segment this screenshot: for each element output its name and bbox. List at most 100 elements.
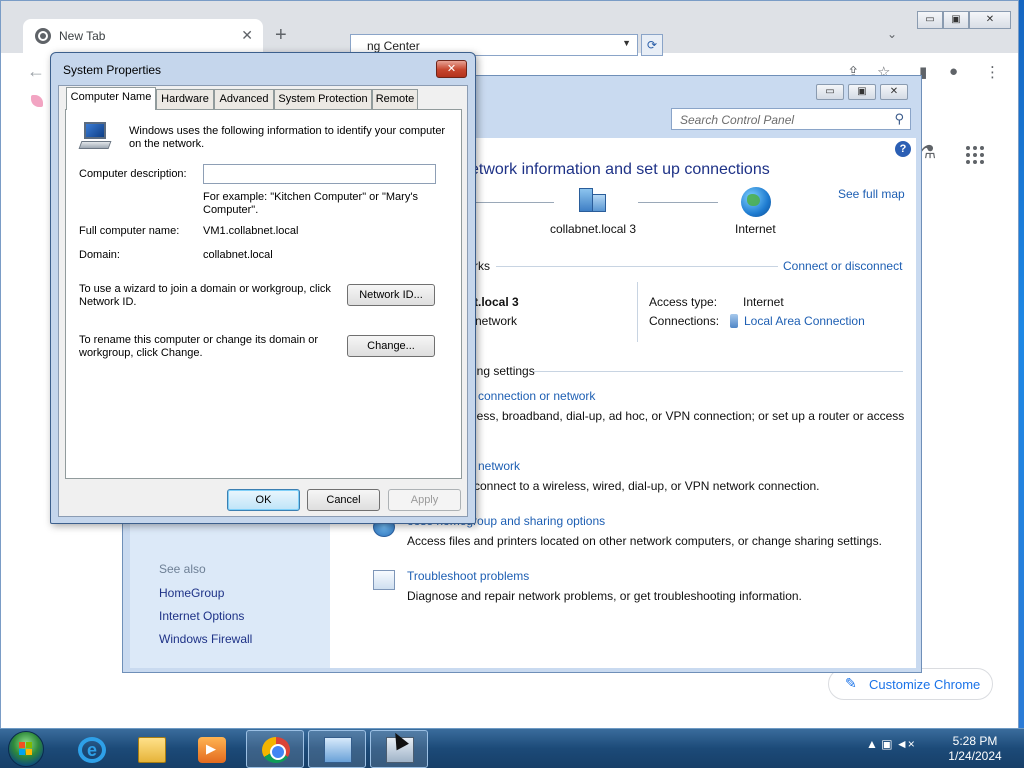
example-text-line1: For example: "Kitchen Computer" or "Mary… — [203, 191, 418, 203]
map-connector-line — [476, 202, 554, 203]
chrome-close-button[interactable]: ✕ — [969, 11, 1011, 29]
computer-name-panel: Windows uses the following information t… — [65, 109, 462, 479]
setup-connection-link[interactable]: connection or network — [478, 389, 595, 403]
start-button[interactable] — [8, 731, 44, 767]
connections-label: Connections: — [649, 314, 720, 328]
chrome-minimize-button[interactable]: ▭ — [917, 11, 943, 29]
dialog-body: Computer Name Hardware Advanced System P… — [58, 85, 468, 517]
full-name-value: VM1.collabnet.local — [203, 225, 299, 237]
address-dropdown-icon[interactable]: ▼ — [622, 38, 631, 48]
new-tab-button[interactable]: + — [275, 25, 287, 45]
windows-firewall-link[interactable]: Windows Firewall — [159, 632, 252, 646]
taskbar-internet-explorer[interactable]: e — [62, 730, 120, 768]
media-player-icon — [198, 737, 226, 763]
refresh-icon[interactable]: ⟳ — [641, 34, 663, 56]
tab-computer-name[interactable]: Computer Name — [66, 87, 156, 110]
chrome-window-controls: ▭ ▣ ✕ — [917, 11, 1011, 29]
internet-explorer-icon: e — [78, 737, 106, 763]
cp-window-controls: ▭ ▣ ✕ — [816, 84, 908, 100]
computer-icon — [78, 122, 112, 150]
taskbar-chrome[interactable] — [246, 730, 304, 768]
chrome-maximize-button[interactable]: ▣ — [943, 11, 969, 29]
tab-system-protection[interactable]: System Protection — [274, 89, 372, 109]
domain-value: collabnet.local — [203, 249, 273, 261]
description-label: Computer description: — [79, 168, 187, 180]
taskbar-control-panel[interactable] — [308, 730, 366, 768]
troubleshoot-link[interactable]: Troubleshoot problems — [407, 569, 529, 583]
dialog-close-button[interactable]: ✕ — [436, 60, 467, 78]
taskbar-media-player[interactable] — [182, 730, 240, 768]
control-panel-icon — [324, 737, 352, 763]
cp-maximize-button[interactable]: ▣ — [848, 84, 876, 100]
chrome-icon — [262, 737, 290, 763]
google-apps-grid-icon[interactable] — [966, 146, 984, 164]
see-also-heading: See also — [159, 562, 206, 576]
connect-network-desc: connect to a wireless, wired, dial-up, o… — [474, 479, 820, 493]
folder-icon — [138, 737, 166, 763]
homegroup-link[interactable]: HomeGroup — [159, 586, 224, 600]
rename-text-line2: workgroup, click Change. — [79, 347, 203, 359]
access-type-value: Internet — [743, 295, 784, 309]
ok-button[interactable]: OK — [227, 489, 300, 511]
connect-network-link[interactable]: network — [478, 459, 520, 473]
full-name-label: Full computer name: — [79, 225, 180, 237]
bookmark-app-icon[interactable] — [31, 95, 43, 107]
windows-logo-icon — [19, 742, 33, 756]
cp-minimize-button[interactable]: ▭ — [816, 84, 844, 100]
internet-globe-icon — [741, 187, 771, 217]
computer-description-input[interactable] — [203, 164, 436, 184]
back-arrow-icon[interactable]: ← — [27, 61, 45, 82]
address-breadcrumb: ng Center — [367, 39, 420, 53]
pencil-icon: ✎ — [845, 675, 857, 691]
cp-search-input[interactable]: Search Control Panel ⚲ — [671, 108, 911, 130]
network-name: t.local 3 — [474, 295, 519, 309]
search-icon[interactable]: ⚲ — [894, 111, 904, 127]
tab-search-chevron-icon[interactable]: ⌄ — [887, 27, 897, 41]
taskbar-clock[interactable]: 5:28 PM 1/24/2024 — [940, 734, 1010, 764]
homegroup-sharing-desc: Access files and printers located on oth… — [407, 534, 882, 548]
tab-hardware[interactable]: Hardware — [156, 89, 214, 109]
cancel-button[interactable]: Cancel — [307, 489, 380, 511]
tab-close-icon[interactable]: ✕ — [241, 27, 253, 44]
apply-button[interactable]: Apply — [388, 489, 461, 511]
taskbar-file-explorer[interactable] — [122, 730, 180, 768]
active-networks-heading: rks — [474, 259, 490, 273]
chrome-tab-title: New Tab — [59, 29, 106, 43]
chrome-tab-new-tab[interactable]: New Tab ✕ — [23, 19, 263, 53]
cp-close-button[interactable]: ✕ — [880, 84, 908, 100]
section-divider — [533, 371, 903, 372]
intro-text-line1: Windows uses the following information t… — [129, 125, 446, 137]
change-settings-heading: ing settings — [474, 364, 535, 378]
dialog-title: System Properties — [63, 63, 162, 77]
tab-advanced[interactable]: Advanced — [214, 89, 274, 109]
domain-network-icon — [577, 188, 607, 214]
search-placeholder: Search Control Panel — [680, 113, 795, 127]
network-adapter-icon — [730, 314, 738, 328]
customize-chrome-label: Customize Chrome — [869, 677, 981, 692]
change-button[interactable]: Change... — [347, 335, 435, 357]
wizard-text-line2: Network ID. — [79, 296, 137, 308]
profile-avatar-icon[interactable]: ● — [949, 63, 958, 80]
internet-options-link[interactable]: Internet Options — [159, 609, 244, 623]
network-id-button[interactable]: Network ID... — [347, 284, 435, 306]
network-type: network — [475, 314, 518, 328]
system-properties-dialog: System Properties ✕ Computer Name Hardwa… — [50, 52, 476, 524]
chrome-menu-icon[interactable]: ⋮ — [985, 63, 1000, 81]
intro-text-line2: on the network. — [129, 138, 205, 150]
help-icon[interactable]: ? — [895, 141, 911, 157]
labs-flask-icon[interactable]: ⚗ — [920, 142, 936, 163]
wizard-text-line1: To use a wizard to join a domain or work… — [79, 283, 331, 295]
local-area-connection-link[interactable]: Local Area Connection — [744, 314, 865, 328]
notification-area-icons[interactable]: ▲ ▣ ◄× — [866, 737, 915, 751]
tab-remote[interactable]: Remote — [372, 89, 418, 109]
connect-or-disconnect-link[interactable]: Connect or disconnect — [783, 259, 902, 273]
setup-connection-desc: less, broadband, dial-up, ad hoc, or VPN… — [474, 409, 905, 423]
troubleshoot-desc: Diagnose and repair network problems, or… — [407, 589, 802, 603]
rename-text-line1: To rename this computer or change its do… — [79, 334, 319, 346]
section-divider — [496, 266, 778, 267]
windows-taskbar: e ▲ ▣ ◄× 5:28 PM 1/24/2024 — [0, 728, 1024, 768]
clock-time: 5:28 PM — [952, 734, 998, 748]
internet-node-label: Internet — [735, 222, 776, 236]
access-type-label: Access type: — [649, 295, 718, 309]
see-full-map-link[interactable]: See full map — [838, 187, 905, 201]
